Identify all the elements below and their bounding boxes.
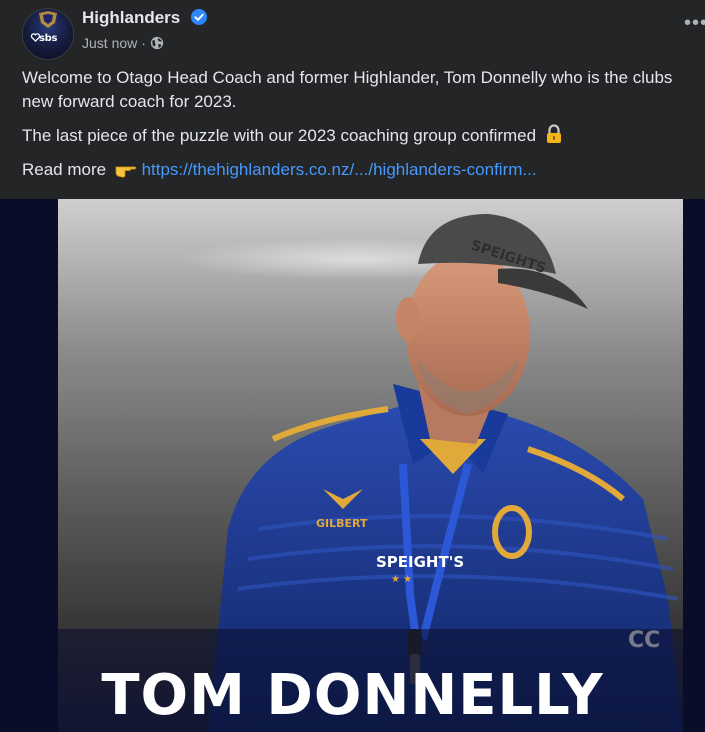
more-options-icon[interactable]: ••• <box>684 13 705 33</box>
jersey-brand-text: GILBERT <box>316 517 368 530</box>
crest-icon <box>39 11 57 28</box>
post-header: sbs Highlanders Just now · ••• <box>0 0 705 62</box>
svg-text:★ ★: ★ ★ <box>391 574 412 585</box>
page-name[interactable]: Highlanders <box>82 8 180 28</box>
read-more-label: Read more <box>22 160 107 179</box>
coach-illustration: SPEIGHTS GILBERT SPEIGHT'S ★ ★ CC <box>58 214 683 732</box>
post-text-puzzle: The last piece of the puzzle with our 20… <box>22 126 537 145</box>
verified-badge-icon <box>191 9 207 25</box>
article-link[interactable]: https://thehighlanders.co.nz/.../highlan… <box>142 160 537 179</box>
post-timestamp[interactable]: Just now <box>82 35 137 51</box>
post-text-intro: Welcome to Otago Head Coach and former H… <box>22 68 673 111</box>
meta-separator: · <box>141 35 146 51</box>
jersey-sponsor-text: SPEIGHT'S <box>376 553 464 571</box>
globe-icon[interactable] <box>150 36 164 50</box>
post-image-frame[interactable]: SPEIGHTS GILBERT SPEIGHT'S ★ ★ CC TOM DO… <box>0 199 705 732</box>
avatar-sbs-text: sbs <box>39 33 58 44</box>
image-name-overlay: TOM DONNELLY <box>101 663 604 728</box>
post-paragraph: The last piece of the puzzle with our 20… <box>22 124 697 148</box>
post-paragraph: Welcome to Otago Head Coach and former H… <box>22 66 697 114</box>
post-body: Welcome to Otago Head Coach and former H… <box>22 66 697 192</box>
post-meta: Just now · <box>82 35 164 51</box>
post-paragraph: Read more https://thehighlanders.co.nz/.… <box>22 158 697 182</box>
pointing-hand-emoji-icon <box>115 166 136 178</box>
page-avatar[interactable]: sbs <box>22 8 74 60</box>
coach-photo[interactable]: SPEIGHTS GILBERT SPEIGHT'S ★ ★ CC <box>58 199 683 732</box>
lock-emoji-icon <box>546 124 561 143</box>
